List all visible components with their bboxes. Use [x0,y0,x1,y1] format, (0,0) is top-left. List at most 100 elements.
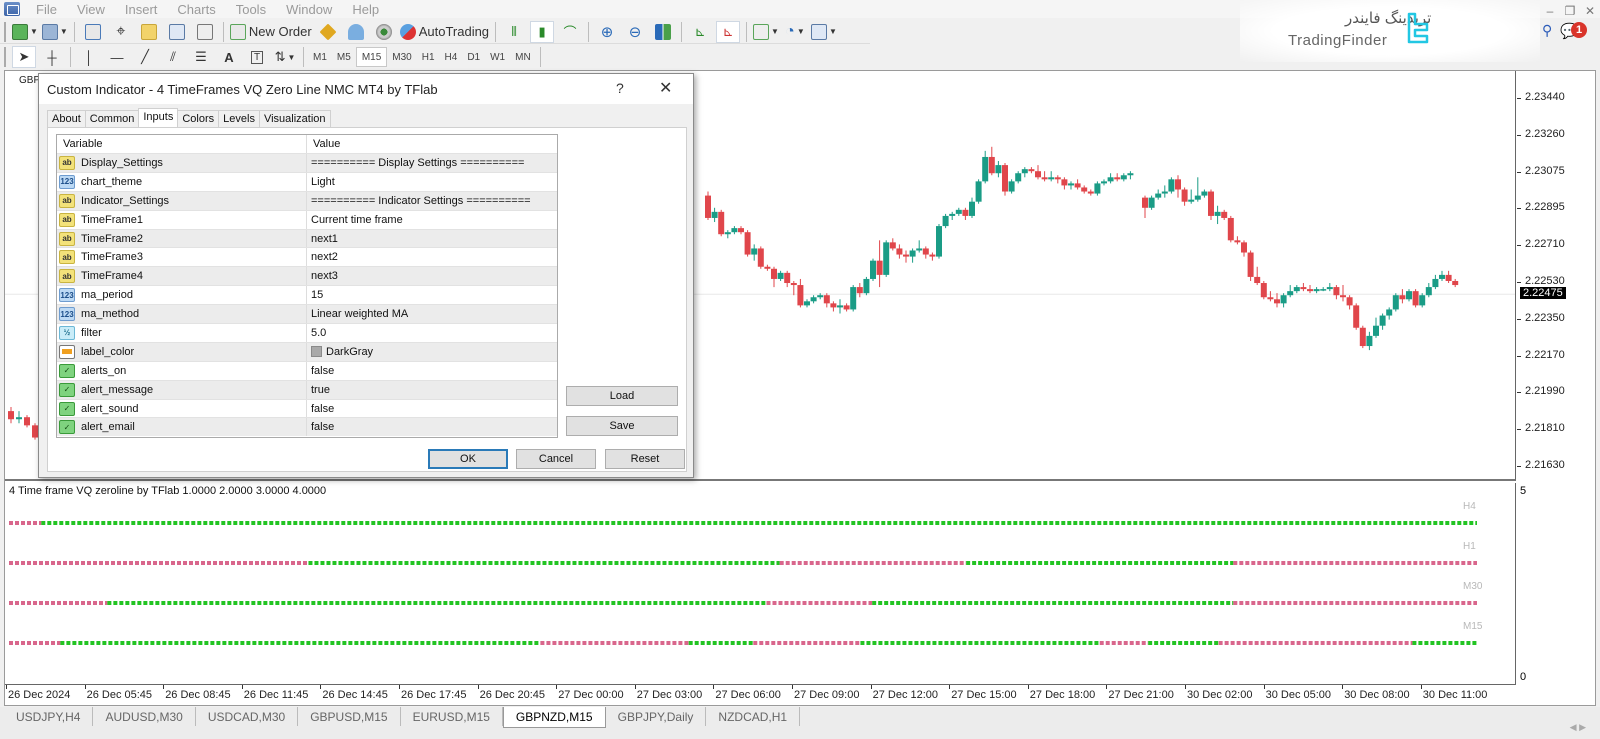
input-value-cell[interactable]: false [307,365,334,377]
input-value-cell[interactable]: false [307,403,334,415]
timeframe-h4[interactable]: H4 [440,47,463,67]
input-value-cell[interactable]: Linear weighted MA [307,308,408,320]
navigator-button[interactable] [137,21,161,43]
autotrading-button[interactable]: AutoTrading [399,21,489,43]
timeframe-d1[interactable]: D1 [462,47,485,67]
menu-tools[interactable]: Tools [226,2,276,17]
chart-tab[interactable]: AUDUSD,M30 [93,707,196,726]
search-icon[interactable]: ⚲ [1542,22,1552,39]
input-value-cell[interactable]: next3 [307,270,338,282]
dialog-tab-common[interactable]: Common [84,110,140,128]
load-button[interactable]: Load [566,386,678,406]
chart-tab[interactable]: USDCAD,M30 [196,707,299,726]
periods-button[interactable]: ◔ ▼ [783,21,807,43]
input-value-cell[interactable]: 15 [307,289,323,301]
input-row[interactable]: ✓ alert_sound false [57,398,557,418]
chart-tab[interactable]: GBPJPY,Daily [606,707,707,726]
community-button[interactable] [344,21,368,43]
horizontal-line-tool[interactable]: — [105,46,129,68]
vertical-line-tool[interactable]: │ [77,46,101,68]
reset-button[interactable]: Reset [605,449,685,469]
input-row[interactable]: ab Display_Settings ========== Display Set… [57,153,557,172]
terminal-button[interactable] [165,21,189,43]
menu-help[interactable]: Help [342,2,389,17]
column-value[interactable]: Value [307,138,340,150]
input-row[interactable]: 123 ma_period 15 [57,285,557,305]
bar-chart-button[interactable]: ⫴ [502,21,526,43]
cancel-button[interactable]: Cancel [516,449,596,469]
chart-tab[interactable]: GBPUSD,M15 [298,707,401,726]
restore-button[interactable]: ❐ [1560,4,1580,18]
dialog-tab-colors[interactable]: Colors [177,110,220,128]
input-value-cell[interactable]: next1 [307,233,338,245]
crosshair-tool[interactable]: ┼ [40,46,64,68]
menu-file[interactable]: File [26,2,67,17]
input-row[interactable]: label_color DarkGray [57,341,557,361]
arrows-tool[interactable]: ⇅ ▼ [273,46,297,68]
trendline-tool[interactable]: ╱ [133,46,157,68]
input-row[interactable]: ab TimeFrame4 next3 [57,266,557,286]
new-chart-button[interactable]: ▼ [12,21,38,43]
profiles-button[interactable]: ▼ [41,21,68,43]
input-row[interactable]: ab TimeFrame1 Current time frame [57,209,557,229]
input-value-cell[interactable]: Light [307,176,335,188]
dialog-close-button[interactable]: ✕ [659,78,672,98]
input-row[interactable]: 123 ma_method Linear weighted MA [57,304,557,324]
ok-button[interactable]: OK [428,449,508,469]
chart-tab[interactable]: NZDCAD,H1 [706,707,801,726]
text-tool[interactable]: A [217,46,241,68]
menu-view[interactable]: View [67,2,115,17]
chart-shift-button[interactable]: ⊾ [688,21,712,43]
zoom-out-button[interactable]: ⊖ [623,21,647,43]
metaeditor-button[interactable] [316,21,340,43]
chart-tab[interactable]: USDJPY,H4 [4,707,94,726]
timeframe-m1[interactable]: M1 [308,47,332,67]
input-value-cell[interactable]: next2 [307,251,338,263]
minimize-button[interactable]: – [1540,4,1560,18]
tab-scroll-arrows[interactable]: ◀ ▶ [1570,722,1586,733]
input-row[interactable]: ✓ alert_email false [57,417,557,437]
timeframe-mn[interactable]: MN [510,47,536,67]
indicator-subwindow[interactable]: 4 Time frame VQ zeroline by TFlab 1.0000… [5,483,1516,685]
input-row[interactable]: 123 chart_theme Light [57,171,557,191]
market-watch-button[interactable] [81,21,105,43]
input-row[interactable]: ½ filter 5.0 [57,323,557,342]
dialog-tab-visualization[interactable]: Visualization [258,110,331,128]
notification-badge[interactable]: 1 [1571,22,1587,38]
input-value-cell[interactable]: true [307,384,330,396]
input-value-cell[interactable]: DarkGray [307,346,373,358]
signals-button[interactable] [372,21,396,43]
equidistant-channel-tool[interactable]: ⫽ [161,46,185,68]
fibonacci-tool[interactable]: ☰ [189,46,213,68]
line-chart-button[interactable]: ⌒ [558,21,582,43]
menu-insert[interactable]: Insert [115,2,168,17]
cursor-tool[interactable]: ➤ [12,46,36,68]
input-value-cell[interactable]: ========== Display Settings ========== [307,157,524,169]
chart-tab[interactable]: EURUSD,M15 [401,707,503,726]
chart-tab[interactable]: GBPNZD,M15 [502,707,606,728]
timeframe-m15[interactable]: M15 [355,47,388,67]
input-value-cell[interactable]: false [307,421,334,433]
input-value-cell[interactable]: Current time frame [307,214,403,226]
timeframe-m5[interactable]: M5 [332,47,356,67]
input-row[interactable]: ✓ alert_message true [57,379,557,399]
tile-windows-button[interactable] [651,21,675,43]
price-axis[interactable]: 2.23440 2.23260 2.23075 2.22895 2.22710 2.225… [1517,71,1597,481]
autoscroll-button[interactable]: ⊾ [716,20,741,43]
dialog-tab-inputs[interactable]: Inputs [138,108,179,128]
input-row[interactable]: ✓ alerts_on false [57,360,557,380]
menu-charts[interactable]: Charts [167,2,225,17]
input-row[interactable]: ab Indicator_Settings ========== Indicator… [57,190,557,210]
candlestick-chart-button[interactable]: ▮ [530,20,555,43]
timeframe-m30[interactable]: M30 [387,47,416,67]
time-axis[interactable]: 26 Dec 2024 26 Dec 05:45 26 Dec 08:45 26 De… [5,685,1516,707]
save-button[interactable]: Save [566,416,678,436]
data-window-button[interactable]: ⌖ [109,21,133,43]
timeframe-w1[interactable]: W1 [485,47,510,67]
input-row[interactable]: ab TimeFrame2 next1 [57,228,557,248]
text-label-tool[interactable]: T [245,46,269,68]
templates-button[interactable]: ▼ [810,21,837,43]
dialog-tab-about[interactable]: About [47,110,86,128]
close-window-button[interactable]: ✕ [1580,4,1600,18]
dialog-tab-levels[interactable]: Levels [218,110,260,128]
